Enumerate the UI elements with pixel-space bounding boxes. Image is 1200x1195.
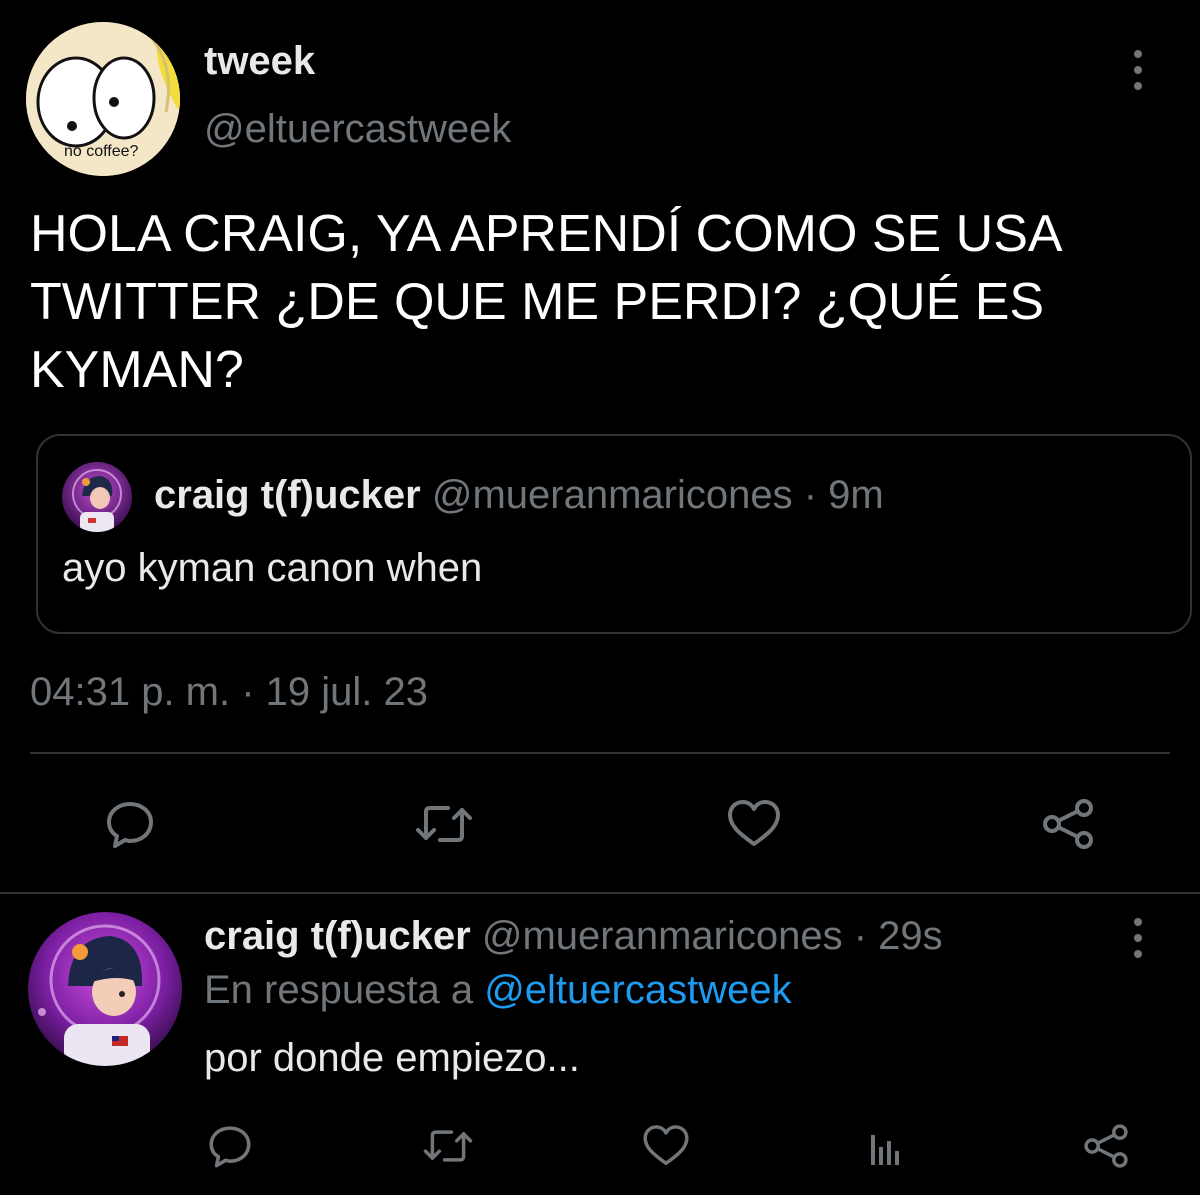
quoted-tweet-card[interactable]: [36, 434, 1192, 634]
comment-icon: [107, 802, 153, 848]
more-vertical-icon[interactable]: [1124, 50, 1152, 100]
share-button[interactable]: [1038, 794, 1098, 854]
divider: [0, 892, 1200, 894]
quoted-tweet-header: craig t(f)ucker @mueranmaricones · 9m: [154, 472, 884, 518]
like-button[interactable]: [636, 1116, 696, 1176]
author-name[interactable]: tweek: [204, 38, 315, 84]
reply-button[interactable]: [200, 1116, 260, 1176]
share-icon: [1043, 799, 1093, 849]
reply-tweet-text: por donde empiezo...: [204, 1036, 580, 1080]
reply-author-avatar[interactable]: [28, 912, 182, 1066]
astronaut-avatar-image: [28, 912, 182, 1066]
author-handle[interactable]: @eltuercastweek: [204, 106, 511, 152]
quoted-author-name[interactable]: craig t(f)ucker: [154, 473, 421, 517]
more-vertical-icon[interactable]: [1124, 918, 1152, 968]
reply-author-meta: @mueranmaricones · 29s: [481, 914, 943, 958]
heart-icon: [728, 800, 780, 846]
replying-to-prefix: En respuesta a: [204, 968, 474, 1012]
replying-to: En respuesta a @eltuercastweek: [204, 966, 792, 1014]
replying-to-mention[interactable]: @eltuercastweek: [484, 968, 791, 1012]
reply-button[interactable]: [100, 794, 160, 854]
reply-tweet-header: craig t(f)ucker @mueranmaricones · 29s: [204, 912, 943, 960]
like-button[interactable]: [724, 794, 784, 854]
views-button[interactable]: [856, 1116, 916, 1176]
tweet-text-line: KYMAN?: [30, 341, 244, 399]
tweet-timestamp[interactable]: 04:31 p. m. · 19 jul. 23: [30, 668, 428, 716]
retweet-button[interactable]: [414, 794, 474, 854]
quoted-tweet-text: ayo kyman canon when: [62, 546, 483, 590]
retweet-icon: [416, 806, 472, 842]
tweek-avatar[interactable]: no coffee?: [26, 22, 180, 176]
share-icon: [1084, 1124, 1128, 1168]
retweet-button[interactable]: [418, 1116, 478, 1176]
tweek-face-image: no coffee?: [26, 22, 180, 176]
quoted-author-avatar[interactable]: [62, 462, 132, 532]
analytics-icon: [871, 1135, 899, 1165]
heart-icon: [643, 1125, 689, 1166]
tweet-text-line: HOLA CRAIG, YA APRENDÍ COMO SE USA: [30, 205, 1063, 263]
comment-icon: [209, 1126, 251, 1168]
retweet-icon: [423, 1130, 473, 1162]
quoted-author-meta: @mueranmaricones · 9m: [431, 473, 884, 517]
divider: [30, 752, 1170, 754]
tweet-text: HOLA CRAIG, YA APRENDÍ COMO SE USA TWITT…: [30, 200, 1170, 404]
tweet-text-line: TWITTER ¿DE QUE ME PERDI? ¿QUÉ ES: [30, 273, 1045, 331]
reply-author-name[interactable]: craig t(f)ucker: [204, 914, 471, 958]
avatar-caption: no coffee?: [64, 143, 139, 160]
astronaut-avatar-image: [62, 462, 132, 532]
share-button[interactable]: [1076, 1116, 1136, 1176]
